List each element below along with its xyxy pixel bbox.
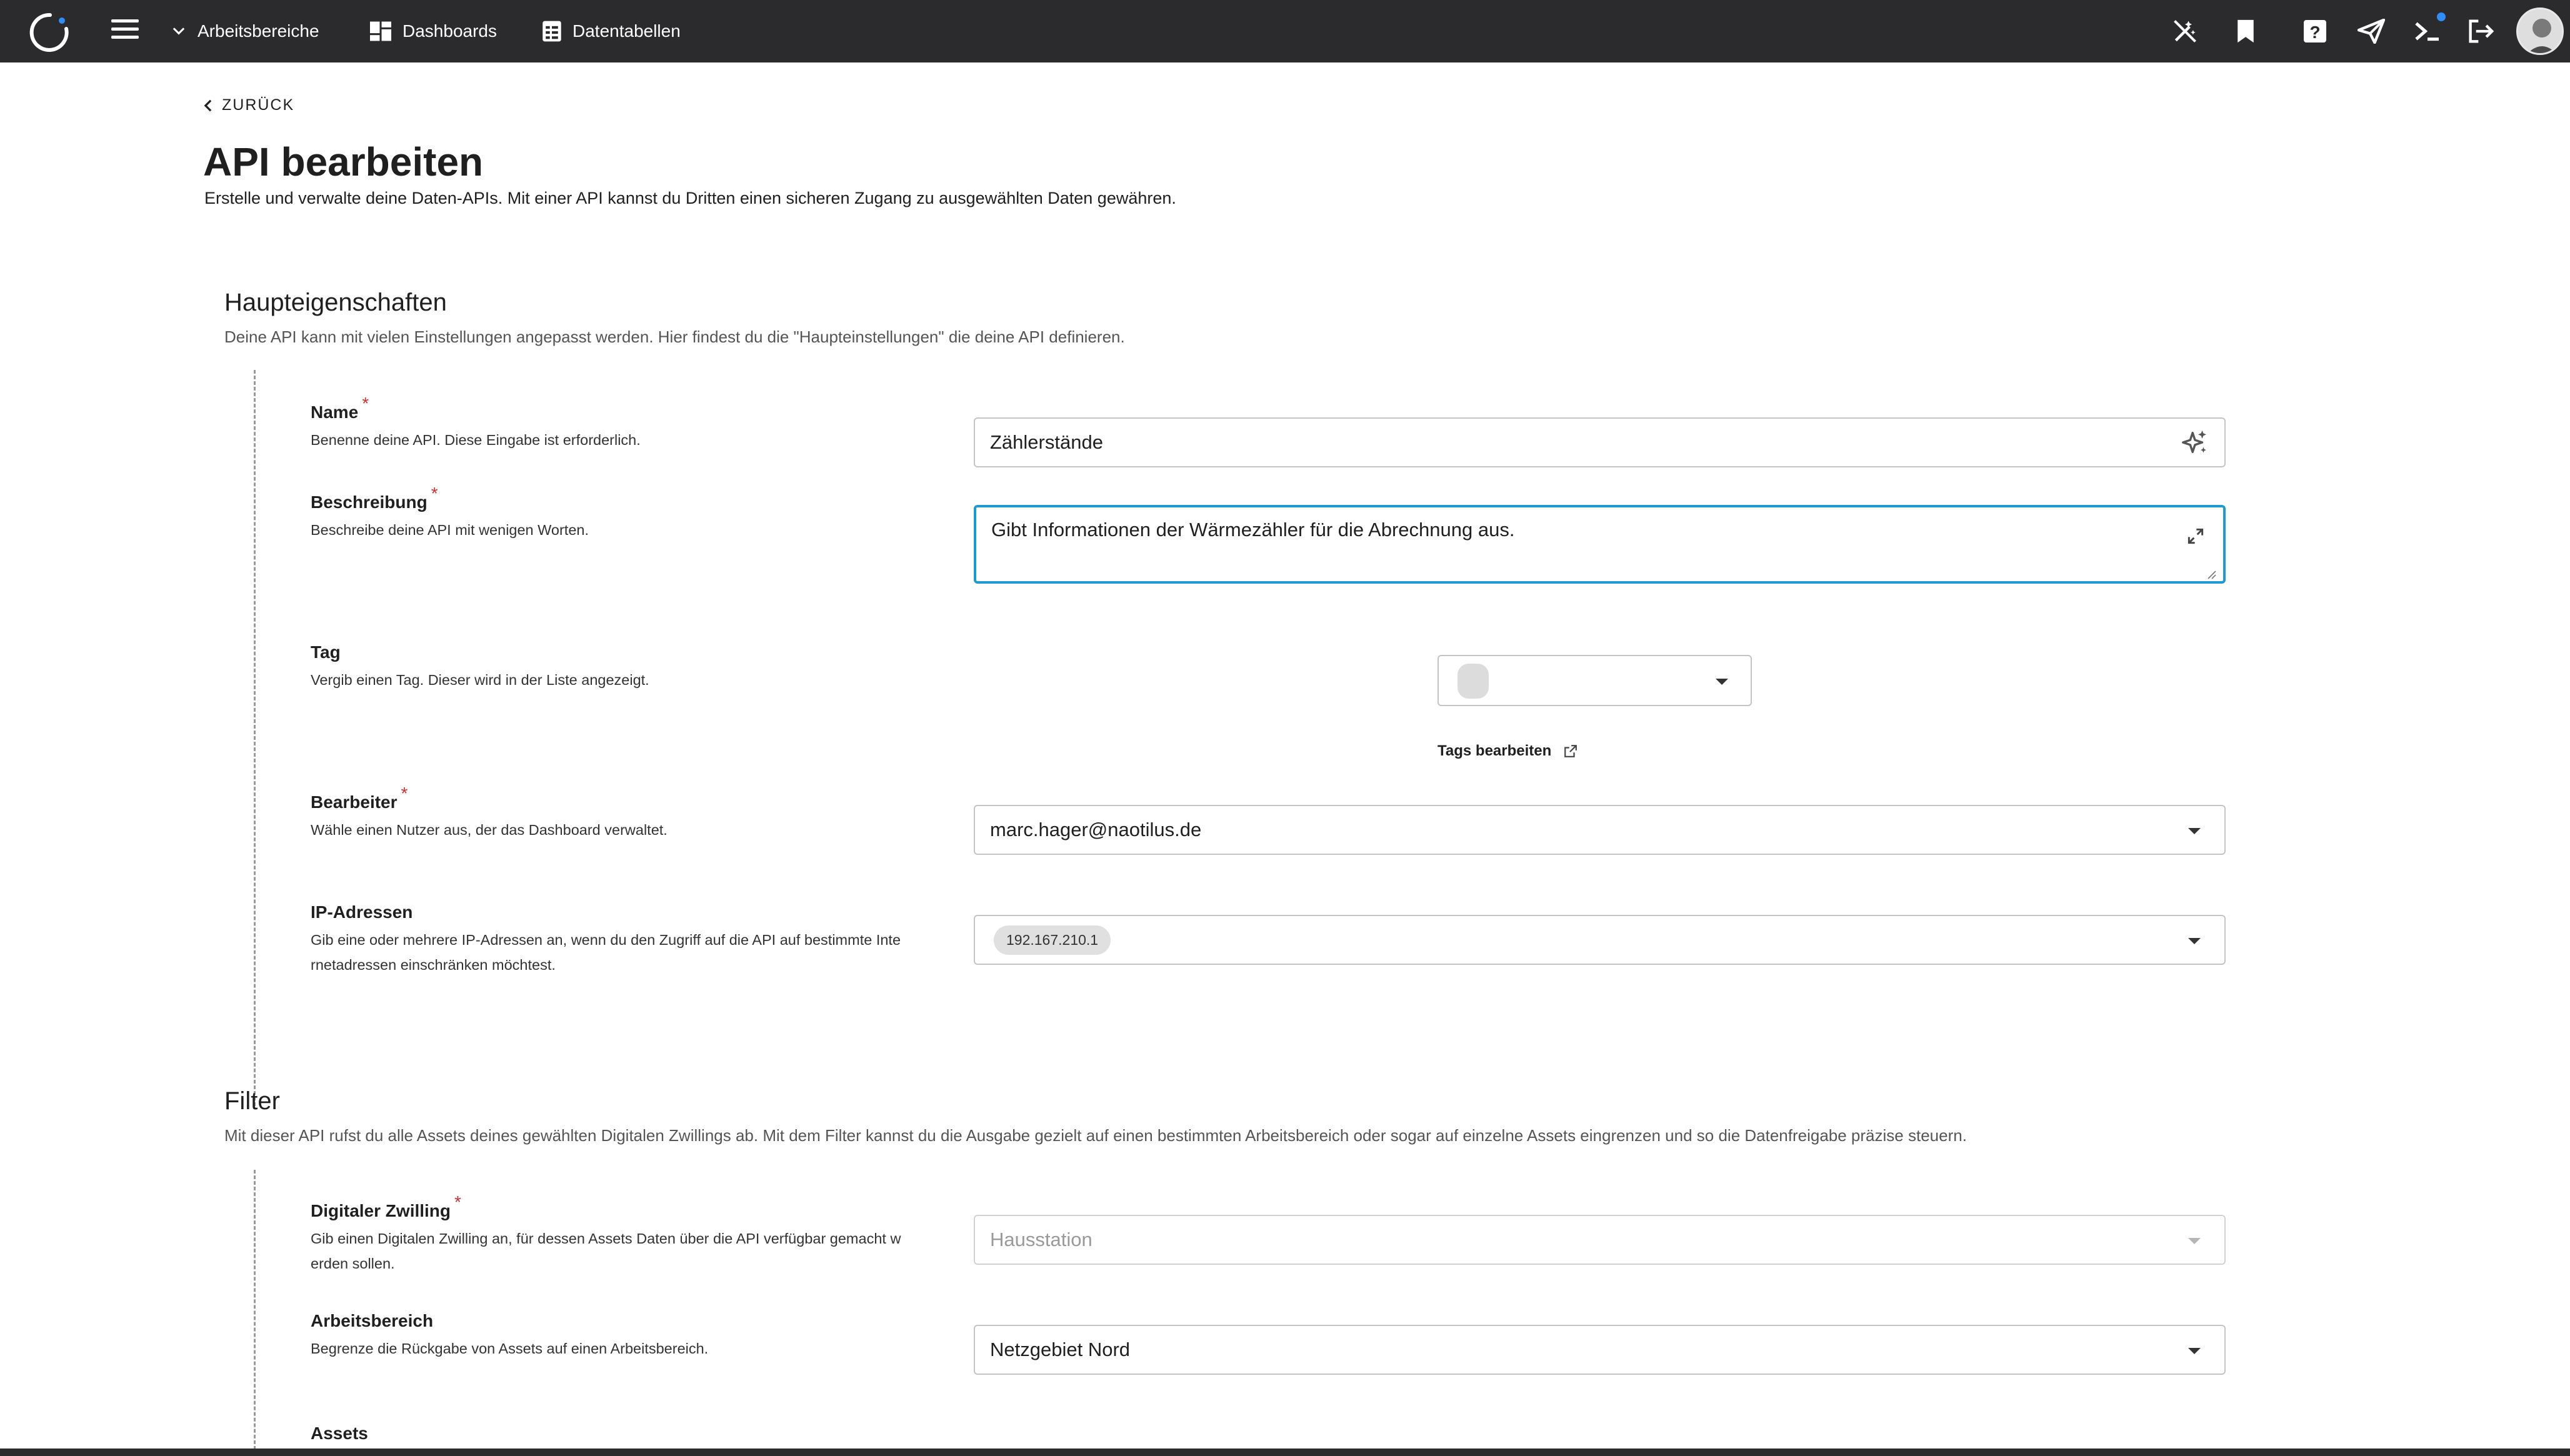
external-link-icon [1564, 745, 1578, 757]
logout-icon[interactable] [2466, 16, 2496, 46]
nav-datatables-label: Datentabellen [572, 21, 681, 41]
ip-select[interactable]: 192.167.210.1 [974, 915, 2226, 965]
tag-label: Tag [311, 642, 341, 662]
chevron-left-icon [204, 99, 212, 111]
table-icon [542, 21, 561, 42]
editor-select-value: marc.hager@naotilus.de [990, 819, 1202, 840]
required-mark: * [362, 394, 369, 413]
caret-down-icon [2188, 938, 2201, 944]
description-textarea-value: Gibt Informationen der Wärmezähler für d… [991, 519, 1515, 541]
twin-select-value: Hausstation [990, 1229, 1092, 1250]
description-help: Beschreibe deine API mit wenigen Worten. [311, 522, 589, 538]
name-input[interactable]: Zählerstände [974, 417, 2226, 467]
caret-down-icon [1716, 679, 1728, 685]
section-divider-line [254, 370, 256, 1106]
nav-dashboards-label: Dashboards [402, 21, 497, 41]
name-help: Benenne deine API. Diese Eingabe ist erf… [311, 432, 641, 448]
section-title-filter: Filter [224, 1087, 280, 1115]
nav-datatables[interactable]: Datentabellen [541, 15, 681, 47]
twin-label: Digitaler Zwilling * [311, 1192, 461, 1220]
main-content: ZURÜCK API bearbeiten Erstelle und verwa… [0, 62, 2570, 1449]
dashboard-icon [370, 21, 391, 41]
tags-edit-link[interactable]: Tags bearbeiten [1438, 742, 1578, 760]
nav-workspaces-label: Arbeitsbereiche [198, 21, 319, 41]
required-mark: * [401, 784, 408, 803]
bookmark-icon[interactable] [2231, 16, 2261, 46]
tag-help: Vergib einen Tag. Dieser wird in der Lis… [311, 672, 649, 688]
workspace-help: Begrenze die Rückgabe von Assets auf ein… [311, 1340, 709, 1357]
expand-icon[interactable] [2186, 526, 2206, 546]
send-icon[interactable] [2356, 16, 2386, 46]
description-textarea[interactable]: Gibt Informationen der Wärmezähler für d… [974, 505, 2226, 584]
name-label: Name * [311, 394, 369, 422]
page-title: API bearbeiten [203, 139, 484, 184]
back-label: ZURÜCK [222, 96, 295, 114]
tags-edit-label: Tags bearbeiten [1438, 742, 1552, 759]
help-icon[interactable]: ? [2300, 16, 2330, 46]
editor-select[interactable]: marc.hager@naotilus.de [974, 805, 2226, 855]
top-navigation-bar: Arbeitsbereiche Dashboards Datentabellen… [0, 0, 2570, 62]
twin-select[interactable]: Hausstation [974, 1215, 2226, 1265]
description-label: Beschreibung * [311, 484, 438, 512]
workspace-label: Arbeitsbereich [311, 1311, 434, 1330]
section-subtitle-main: Deine API kann mit vielen Einstellungen … [224, 327, 1125, 346]
resize-handle-icon[interactable] [2204, 567, 2217, 580]
workspace-select-value: Netzgebiet Nord [990, 1339, 1131, 1360]
app-logo-icon[interactable] [28, 10, 72, 55]
workspace-select[interactable]: Netzgebiet Nord [974, 1325, 2226, 1375]
nav-workspaces[interactable]: Arbeitsbereiche [170, 15, 319, 47]
required-mark: * [454, 1192, 461, 1212]
assets-label: Assets [311, 1424, 368, 1443]
caret-down-icon [2188, 1348, 2201, 1354]
hamburger-menu-icon[interactable] [111, 19, 139, 43]
tag-select[interactable] [1438, 655, 1752, 706]
section-subtitle-filter: Mit dieser API rufst du alle Assets dein… [224, 1126, 1967, 1145]
magic-wand-off-icon[interactable] [2170, 16, 2200, 46]
editor-help: Wähle einen Nutzer aus, der das Dashboar… [311, 822, 668, 838]
terminal-icon[interactable] [2412, 16, 2442, 46]
notification-dot [2437, 12, 2446, 21]
page-subtitle: Erstelle und verwalte deine Daten-APIs. … [204, 189, 1176, 207]
caret-down-icon [2188, 1238, 2201, 1244]
required-mark: * [431, 484, 438, 503]
window-bottom-edge [0, 1449, 2570, 1456]
chevron-down-icon [172, 27, 185, 35]
ip-chip[interactable]: 192.167.210.1 [994, 925, 1111, 955]
caret-down-icon [2188, 828, 2201, 834]
tag-color-swatch [1458, 664, 1489, 699]
twin-help: Gib einen Digitalen Zwilling an, für des… [311, 1230, 901, 1272]
ip-help: Gib eine oder mehrere IP-Adressen an, we… [311, 932, 901, 973]
svg-text:?: ? [2309, 22, 2320, 42]
section-divider-line [254, 1170, 256, 1449]
ai-sparkle-icon[interactable] [2181, 428, 2209, 457]
section-title-main: Haupteigenschaften [224, 289, 447, 316]
editor-label: Bearbeiter * [311, 784, 408, 812]
ip-label: IP-Adressen [311, 902, 413, 922]
nav-dashboards[interactable]: Dashboards [369, 15, 497, 47]
name-input-value: Zählerstände [990, 431, 1103, 453]
back-button[interactable]: ZURÜCK [203, 96, 294, 114]
user-avatar[interactable] [2516, 7, 2564, 55]
